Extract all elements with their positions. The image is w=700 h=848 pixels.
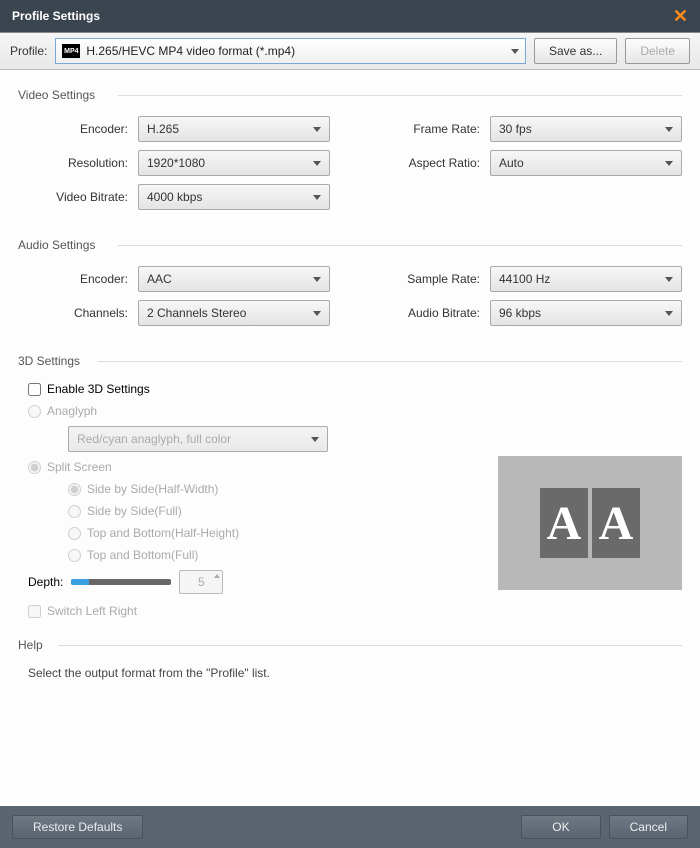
enable-3d-label: Enable 3D Settings bbox=[47, 382, 150, 396]
depth-slider[interactable] bbox=[71, 579, 171, 585]
video-bitrate-dropdown[interactable]: 4000 kbps bbox=[138, 184, 330, 210]
aspect-label: Aspect Ratio: bbox=[370, 156, 490, 170]
audio-group-title: Audio Settings bbox=[18, 238, 103, 252]
depth-label: Depth: bbox=[28, 575, 63, 589]
chevron-down-icon bbox=[313, 127, 321, 132]
chevron-down-icon bbox=[313, 161, 321, 166]
chevron-down-icon bbox=[313, 195, 321, 200]
switch-lr-checkbox bbox=[28, 605, 41, 618]
restore-defaults-button[interactable]: Restore Defaults bbox=[12, 815, 143, 839]
chevron-down-icon bbox=[511, 49, 519, 54]
ok-button[interactable]: OK bbox=[521, 815, 600, 839]
sbs-half-label: Side by Side(Half-Width) bbox=[87, 482, 218, 496]
video-bitrate-label: Video Bitrate: bbox=[18, 190, 138, 204]
profile-dropdown[interactable]: MP4 H.265/HEVC MP4 video format (*.mp4) bbox=[55, 38, 526, 64]
delete-button: Delete bbox=[625, 38, 690, 64]
resolution-dropdown[interactable]: 1920*1080 bbox=[138, 150, 330, 176]
3d-preview: A A bbox=[498, 456, 682, 590]
audio-settings-group: Audio Settings Encoder: AAC Channels: 2 … bbox=[18, 238, 682, 334]
split-screen-label: Split Screen bbox=[47, 460, 112, 474]
switch-lr-label: Switch Left Right bbox=[47, 604, 137, 618]
framerate-dropdown[interactable]: 30 fps bbox=[490, 116, 682, 142]
samplerate-dropdown[interactable]: 44100 Hz bbox=[490, 266, 682, 292]
save-as-button[interactable]: Save as... bbox=[534, 38, 617, 64]
titlebar: Profile Settings ✕ bbox=[0, 0, 700, 32]
profile-label: Profile: bbox=[10, 44, 47, 58]
tb-full-label: Top and Bottom(Full) bbox=[87, 548, 198, 562]
chevron-down-icon bbox=[313, 277, 321, 282]
video-settings-group: Video Settings Encoder: H.265 Resolution… bbox=[18, 88, 682, 218]
anaglyph-radio bbox=[28, 405, 41, 418]
help-text: Select the output format from the "Profi… bbox=[28, 666, 682, 680]
samplerate-label: Sample Rate: bbox=[370, 272, 490, 286]
video-group-title: Video Settings bbox=[18, 88, 103, 102]
chevron-down-icon bbox=[313, 311, 321, 316]
help-group-title: Help bbox=[18, 638, 51, 652]
chevron-down-icon bbox=[665, 277, 673, 282]
anaglyph-label: Anaglyph bbox=[47, 404, 97, 418]
sbs-full-radio bbox=[68, 505, 81, 518]
preview-a-right: A bbox=[592, 488, 640, 558]
audio-bitrate-label: Audio Bitrate: bbox=[370, 306, 490, 320]
chevron-down-icon bbox=[665, 161, 673, 166]
preview-a-left: A bbox=[540, 488, 588, 558]
channels-label: Channels: bbox=[18, 306, 138, 320]
depth-spinner: 5 bbox=[179, 570, 223, 594]
mp4-icon: MP4 bbox=[62, 44, 80, 58]
video-encoder-dropdown[interactable]: H.265 bbox=[138, 116, 330, 142]
anaglyph-mode-dropdown: Red/cyan anaglyph, full color bbox=[68, 426, 328, 452]
channels-dropdown[interactable]: 2 Channels Stereo bbox=[138, 300, 330, 326]
enable-3d-checkbox[interactable] bbox=[28, 383, 41, 396]
resolution-label: Resolution: bbox=[18, 156, 138, 170]
chevron-down-icon bbox=[665, 311, 673, 316]
aspect-dropdown[interactable]: Auto bbox=[490, 150, 682, 176]
close-icon[interactable]: ✕ bbox=[673, 6, 688, 27]
tb-half-radio bbox=[68, 527, 81, 540]
help-group: Help Select the output format from the "… bbox=[18, 638, 682, 680]
audio-encoder-dropdown[interactable]: AAC bbox=[138, 266, 330, 292]
window-title: Profile Settings bbox=[12, 9, 100, 23]
profile-value: H.265/HEVC MP4 video format (*.mp4) bbox=[86, 44, 505, 58]
tb-full-radio bbox=[68, 549, 81, 562]
sbs-half-radio bbox=[68, 483, 81, 496]
audio-bitrate-dropdown[interactable]: 96 kbps bbox=[490, 300, 682, 326]
framerate-label: Frame Rate: bbox=[370, 122, 490, 136]
cancel-button[interactable]: Cancel bbox=[609, 815, 688, 839]
chevron-down-icon bbox=[665, 127, 673, 132]
sbs-full-label: Side by Side(Full) bbox=[87, 504, 182, 518]
tb-half-label: Top and Bottom(Half-Height) bbox=[87, 526, 239, 540]
split-screen-radio bbox=[28, 461, 41, 474]
chevron-down-icon bbox=[311, 437, 319, 442]
footer: Restore Defaults OK Cancel bbox=[0, 806, 700, 848]
3d-group-title: 3D Settings bbox=[18, 354, 88, 368]
video-encoder-label: Encoder: bbox=[18, 122, 138, 136]
toolbar: Profile: MP4 H.265/HEVC MP4 video format… bbox=[0, 32, 700, 70]
audio-encoder-label: Encoder: bbox=[18, 272, 138, 286]
